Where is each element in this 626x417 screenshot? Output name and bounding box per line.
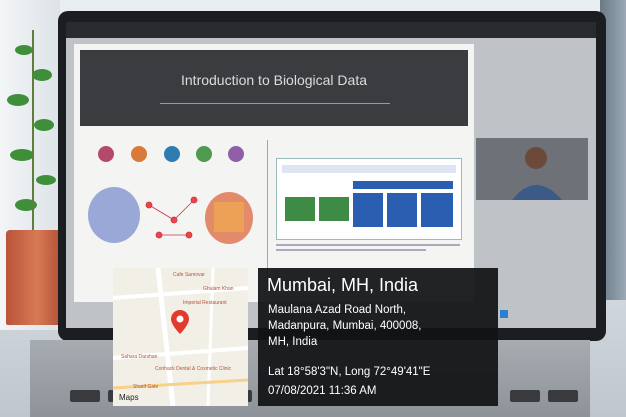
workflow-diagram [276, 158, 462, 240]
location-coordinates: Lat 18°58'3"N, Long 72°49'41"E [268, 366, 431, 378]
map-label: Sharif Gate [133, 384, 159, 390]
map-label: Ghulam Khan [203, 286, 234, 292]
maps-label: Maps [119, 393, 139, 402]
location-timestamp: 07/08/2021 11:36 AM [268, 385, 377, 397]
map-pin-icon [171, 310, 189, 334]
location-address: Maulana Azad Road North, Madanpura, Mumb… [268, 302, 421, 350]
map-label: Imperial Restaurant [183, 300, 227, 306]
address-line: Maulana Azad Road North, [268, 304, 407, 316]
screen-top-bar [66, 22, 596, 38]
map-label: Conhack Dental & Cosmetic Clinic [155, 366, 232, 372]
slide-title: Introduction to Biological Data [181, 72, 367, 88]
map-thumbnail: Cafe Samovar Ghulam Khan Imperial Restau… [113, 268, 248, 406]
plant [7, 30, 56, 230]
workflow-caption [276, 244, 460, 251]
participant-video [476, 138, 588, 200]
address-line: Madanpura, Mumbai, 400008, [268, 320, 422, 332]
participant-figure [476, 138, 588, 200]
slide-header [80, 50, 468, 126]
title-rule [160, 103, 390, 104]
address-line: MH, India [268, 336, 318, 348]
map-label: Sahara Darshan [121, 354, 158, 360]
taskbar-icons [500, 310, 508, 318]
apple-maps-logo: Maps [119, 393, 139, 402]
location-city: Mumbai, MH, India [267, 275, 419, 295]
map-label: Cafe Samovar [173, 272, 205, 278]
